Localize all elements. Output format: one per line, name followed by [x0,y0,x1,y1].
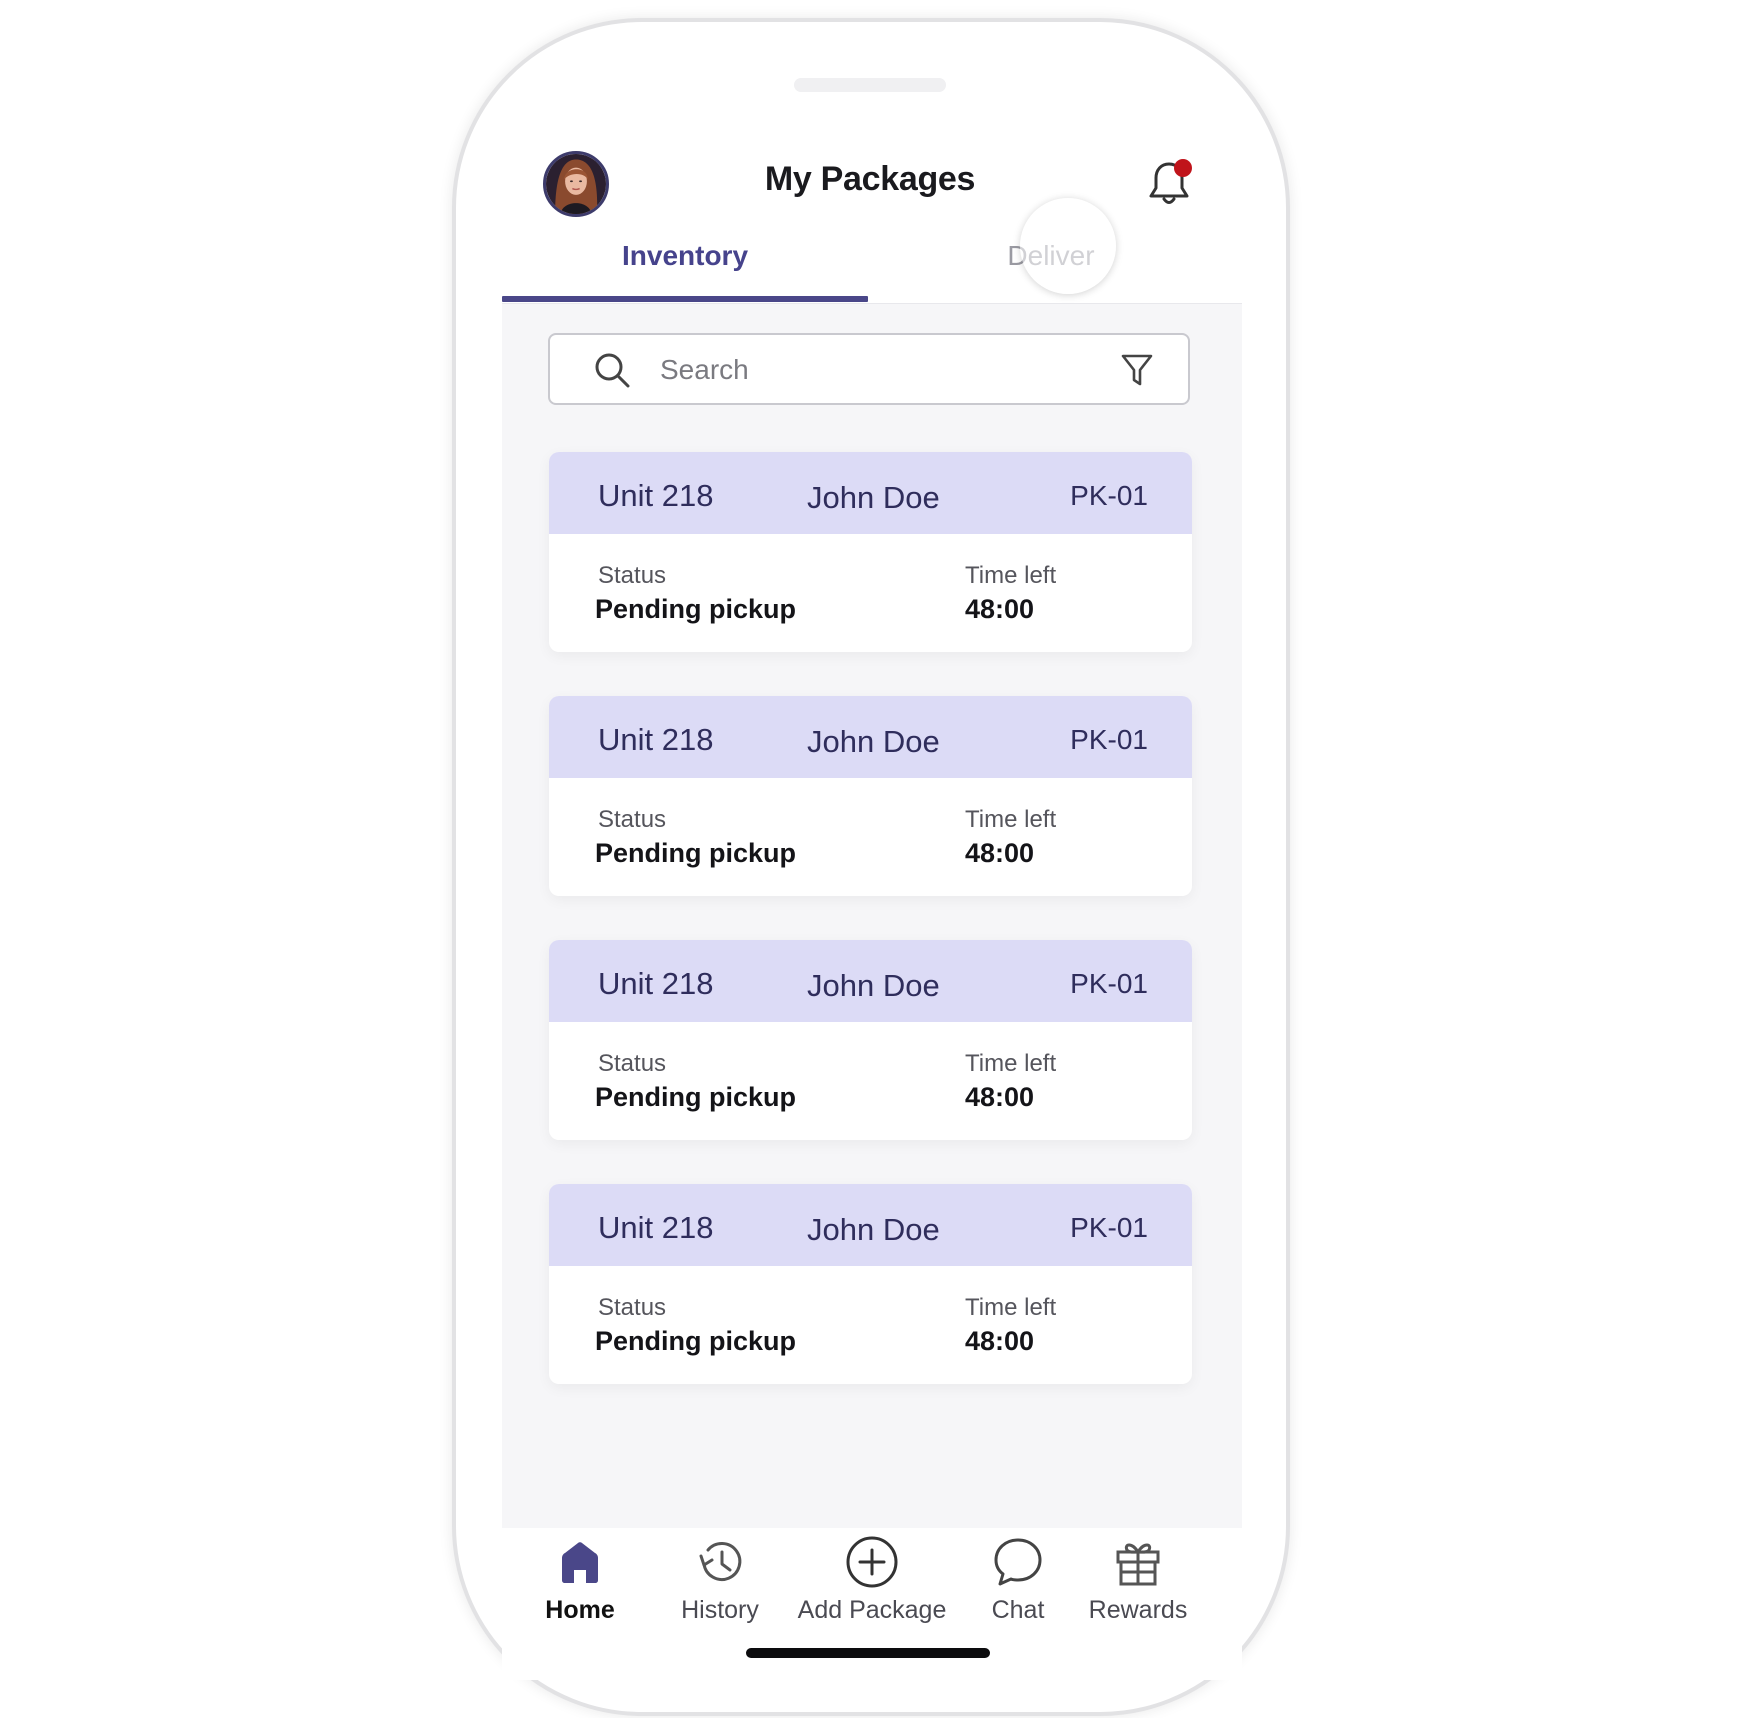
user-avatar[interactable] [543,151,609,217]
package-card[interactable]: Unit 218 John Doe PK-01 Status Pending p… [549,1184,1192,1384]
resident-name: John Doe [807,724,940,759]
unit-label: Unit 218 [598,966,714,1001]
resident-name: John Doe [807,1212,940,1247]
tab-inventory[interactable]: Inventory [502,240,868,272]
history-icon [699,1542,742,1581]
active-tab-indicator [502,296,868,302]
unit-label: Unit 218 [598,478,714,513]
nav-home[interactable]: Home [530,1534,630,1625]
status-value: Pending pickup [595,594,797,624]
package-card-header: Unit 218 John Doe PK-01 [549,452,1192,534]
nav-home-label: Home [545,1596,615,1624]
touch-indicator [1020,198,1116,294]
package-card-header: Unit 218 John Doe PK-01 [549,1184,1192,1266]
add-circle-icon [846,1536,898,1588]
time-left-label: Time left [965,806,1057,833]
status-value: Pending pickup [595,838,797,868]
package-code: PK-01 [1070,968,1148,999]
chat-bubble-icon [994,1538,1042,1586]
status-label: Status [598,1294,667,1321]
status-value: Pending pickup [595,1326,797,1356]
time-left-label: Time left [965,1294,1057,1321]
search-input[interactable] [660,350,1080,390]
nav-chat[interactable]: Chat [968,1534,1068,1625]
gift-icon [1116,1543,1160,1586]
unit-label: Unit 218 [598,722,714,757]
package-card-header: Unit 218 John Doe PK-01 [549,940,1192,1022]
package-code: PK-01 [1070,480,1148,511]
time-left-label: Time left [965,562,1057,589]
search-icon [595,353,630,388]
nav-history[interactable]: History [670,1534,770,1625]
status-label: Status [598,562,667,589]
resident-name: John Doe [807,968,940,1003]
nav-rewards[interactable]: Rewards [1086,1534,1190,1625]
package-card-header: Unit 218 John Doe PK-01 [549,696,1192,778]
nav-rewards-label: Rewards [1088,1596,1188,1624]
home-icon [562,1542,598,1583]
notification-dot [1174,159,1192,177]
time-left-label: Time left [965,1050,1057,1077]
nav-history-label: History [681,1596,759,1624]
unit-label: Unit 218 [598,1210,714,1245]
status-label: Status [598,1050,667,1077]
time-left-value: 48:00 [965,594,1035,624]
time-left-value: 48:00 [965,838,1035,868]
nav-chat-label: Chat [991,1596,1045,1624]
status-value: Pending pickup [595,1082,797,1112]
status-label: Status [598,806,667,833]
filter-icon[interactable] [1120,352,1154,388]
time-left-value: 48:00 [965,1082,1035,1112]
phone-speaker [794,78,946,92]
page-title: My Packages [764,160,976,198]
nav-add-package-label: Add Package [797,1596,947,1624]
package-code: PK-01 [1070,724,1148,755]
package-code: PK-01 [1070,1212,1148,1243]
home-indicator-bar [746,1648,990,1658]
nav-add-package[interactable]: Add Package [792,1534,952,1625]
package-card[interactable]: Unit 218 John Doe PK-01 Status Pending p… [549,696,1192,896]
package-card[interactable]: Unit 218 John Doe PK-01 Status Pending p… [549,940,1192,1140]
time-left-value: 48:00 [965,1326,1035,1356]
resident-name: John Doe [807,480,940,515]
package-card[interactable]: Unit 218 John Doe PK-01 Status Pending p… [549,452,1192,652]
